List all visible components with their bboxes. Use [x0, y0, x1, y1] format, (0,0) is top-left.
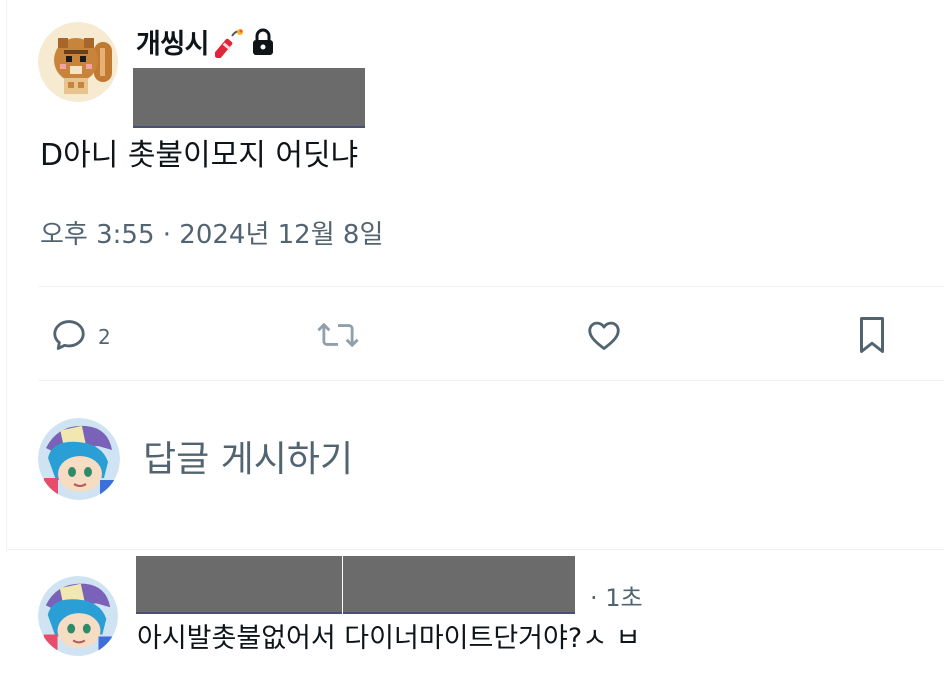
redacted-reply-author	[136, 556, 342, 614]
like-button[interactable]	[584, 316, 624, 358]
redacted-reply-handle	[343, 556, 575, 614]
author-name[interactable]: 개씽시	[136, 22, 210, 61]
comment-icon	[50, 316, 88, 358]
author-name-line: 개씽시	[136, 22, 275, 61]
reply-author-avatar[interactable]	[38, 576, 118, 656]
redacted-handle	[133, 68, 365, 128]
reply-count: 2	[98, 325, 111, 349]
bookmark-button[interactable]	[854, 314, 890, 360]
author-avatar[interactable]	[38, 22, 118, 102]
divider	[6, 549, 944, 550]
retweet-button[interactable]	[316, 316, 360, 358]
divider	[38, 286, 944, 287]
reply-input[interactable]: 답글 게시하기	[143, 430, 353, 482]
bookmark-icon	[854, 314, 890, 360]
heart-icon	[584, 316, 624, 358]
left-border	[6, 0, 7, 552]
tweet-text: D아니 촛불이모지 어딧냐	[40, 138, 359, 173]
reply-button[interactable]: 2	[50, 316, 111, 358]
tweet-timestamp[interactable]: 오후 3:55 · 2024년 12월 8일	[40, 214, 383, 251]
reply-time[interactable]: · 1초	[590, 578, 643, 613]
reply-text: 아시발촛불없어서 다이너마이트단거야?ㅅ ㅂ	[137, 623, 641, 654]
user-avatar[interactable]	[38, 418, 120, 500]
divider	[38, 380, 944, 381]
dynamite-icon	[215, 26, 245, 58]
lock-icon	[251, 28, 275, 56]
retweet-icon	[316, 316, 360, 358]
